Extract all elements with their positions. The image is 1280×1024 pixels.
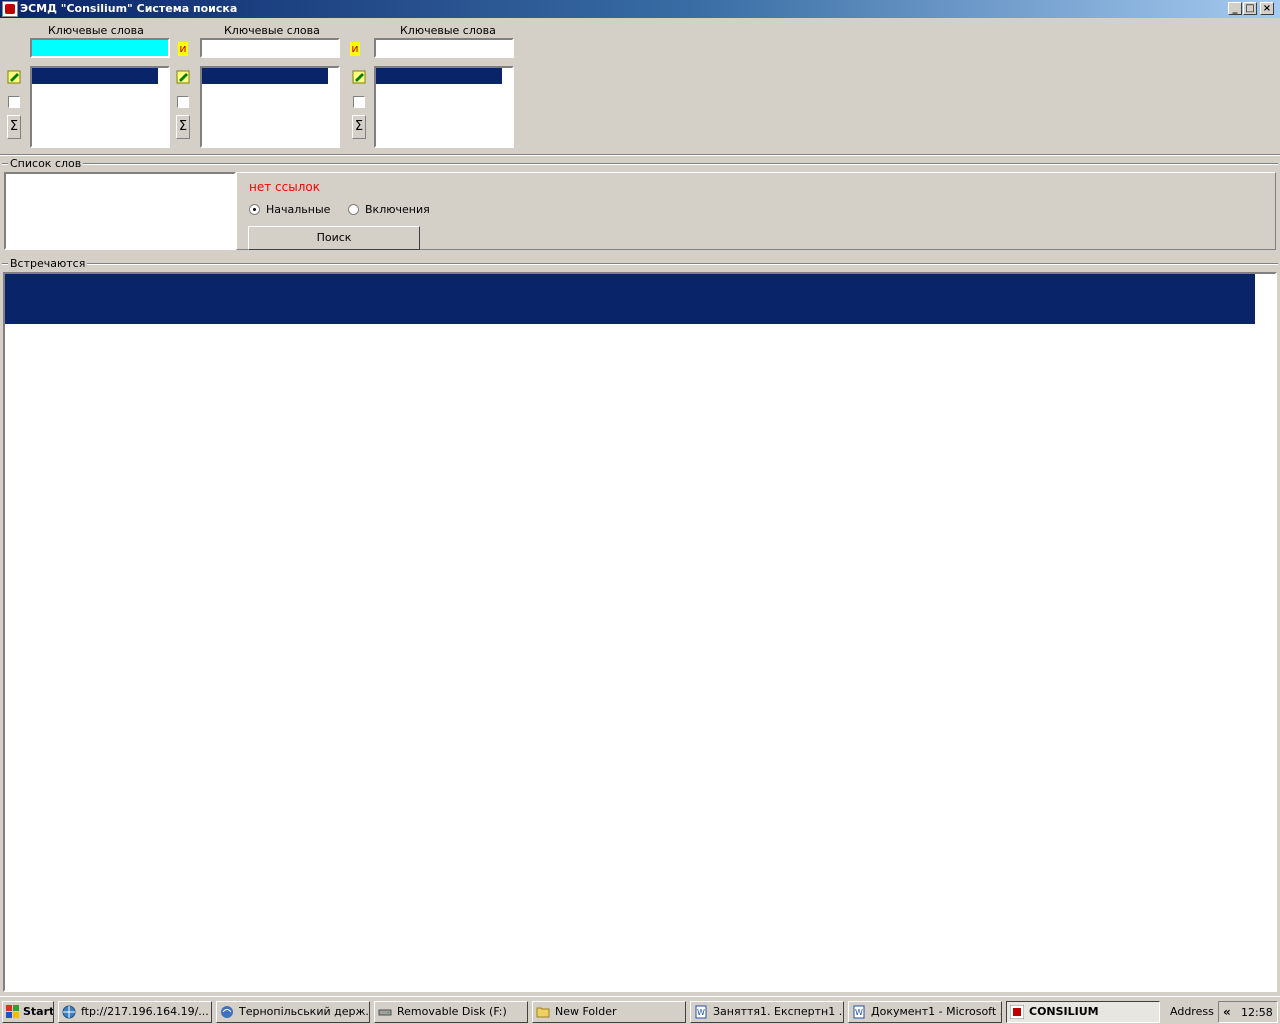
start-button[interactable]: Start [2, 1001, 54, 1023]
word-list-box[interactable] [4, 172, 236, 250]
and-label-1: и [178, 42, 188, 56]
word-icon: W [853, 1005, 865, 1019]
checkbox-3[interactable] [353, 96, 365, 108]
task-word-doc-1[interactable]: W Заняття1. Експертн1 ... [690, 1001, 844, 1023]
task-ternopil[interactable]: Тернопільський держ... [216, 1001, 370, 1023]
keyword-list-2[interactable] [200, 66, 340, 148]
title-bar: ЭСМД "Consilium" Система поиска _ □ × [0, 0, 1280, 18]
word-list-group-border [2, 163, 1278, 165]
folder-icon [536, 1007, 550, 1018]
minimize-button[interactable]: _ [1228, 2, 1242, 15]
keyword-list-1[interactable] [30, 66, 170, 148]
sum-icon[interactable]: Σ [352, 115, 366, 139]
system-tray: « 12:58 [1218, 1001, 1278, 1023]
keywords-label-3: Ключевые слова [400, 24, 496, 37]
and-label-2: и [350, 42, 360, 56]
list-selection[interactable] [32, 68, 158, 84]
app-icon[interactable] [2, 1, 18, 17]
results-list[interactable] [3, 272, 1277, 992]
pencil-icon[interactable] [176, 68, 190, 88]
list-selection[interactable] [202, 68, 328, 84]
results-selection[interactable] [5, 274, 1255, 324]
globe-icon [62, 1005, 76, 1019]
pencil-icon[interactable] [352, 68, 366, 88]
results-group-border [2, 263, 1278, 265]
chevron-icon[interactable]: « [1223, 1005, 1231, 1019]
keyword-input-2[interactable] [200, 38, 340, 58]
task-removable-disk[interactable]: Removable Disk (F:) [374, 1001, 528, 1023]
close-button[interactable]: × [1260, 2, 1274, 15]
word-icon: W [695, 1005, 707, 1019]
maximize-button[interactable]: □ [1243, 2, 1257, 15]
list-selection[interactable] [376, 68, 502, 84]
svg-text:W: W [697, 1008, 705, 1017]
results-group-title: Встречаются [8, 257, 88, 270]
status-text: нет ссылок [249, 180, 320, 194]
keyword-input-1[interactable] [30, 38, 170, 58]
windows-logo-icon [6, 1005, 19, 1018]
consilium-icon [1010, 1005, 1024, 1019]
radio-inclusion[interactable] [348, 204, 359, 215]
search-button[interactable]: Поиск [248, 226, 420, 250]
task-consilium[interactable]: CONSILIUM [1006, 1001, 1160, 1023]
keyword-list-3[interactable] [374, 66, 514, 148]
browser-icon [221, 1006, 233, 1018]
sum-icon[interactable]: Σ [7, 115, 21, 139]
task-ftp[interactable]: ftp://217.196.164.19/... [58, 1001, 212, 1023]
keyword-input-3[interactable] [374, 38, 514, 58]
word-list-group-title: Список слов [8, 157, 84, 170]
radio-inclusion-label[interactable]: Включения [365, 203, 430, 216]
keywords-label-2: Ключевые слова [224, 24, 320, 37]
task-new-folder[interactable]: New Folder [532, 1001, 686, 1023]
svg-text:W: W [855, 1008, 863, 1017]
pencil-icon[interactable] [7, 68, 21, 88]
taskbar: Start ftp://217.196.164.19/... Тернопіль… [0, 996, 1280, 1024]
window-title: ЭСМД "Consilium" Система поиска [20, 2, 238, 15]
top-separator [0, 154, 1280, 156]
checkbox-2[interactable] [177, 96, 189, 108]
address-label[interactable]: Address [1170, 1005, 1214, 1018]
checkbox-1[interactable] [8, 96, 20, 108]
sum-icon[interactable]: Σ [176, 115, 190, 139]
radio-initial-label[interactable]: Начальные [266, 203, 330, 216]
drive-icon [378, 1009, 392, 1016]
task-word-doc-2[interactable]: W Документ1 - Microsoft ... [848, 1001, 1002, 1023]
clock: 12:58 [1241, 1006, 1273, 1019]
keywords-label-1: Ключевые слова [48, 24, 144, 37]
radio-initial[interactable] [249, 204, 260, 215]
